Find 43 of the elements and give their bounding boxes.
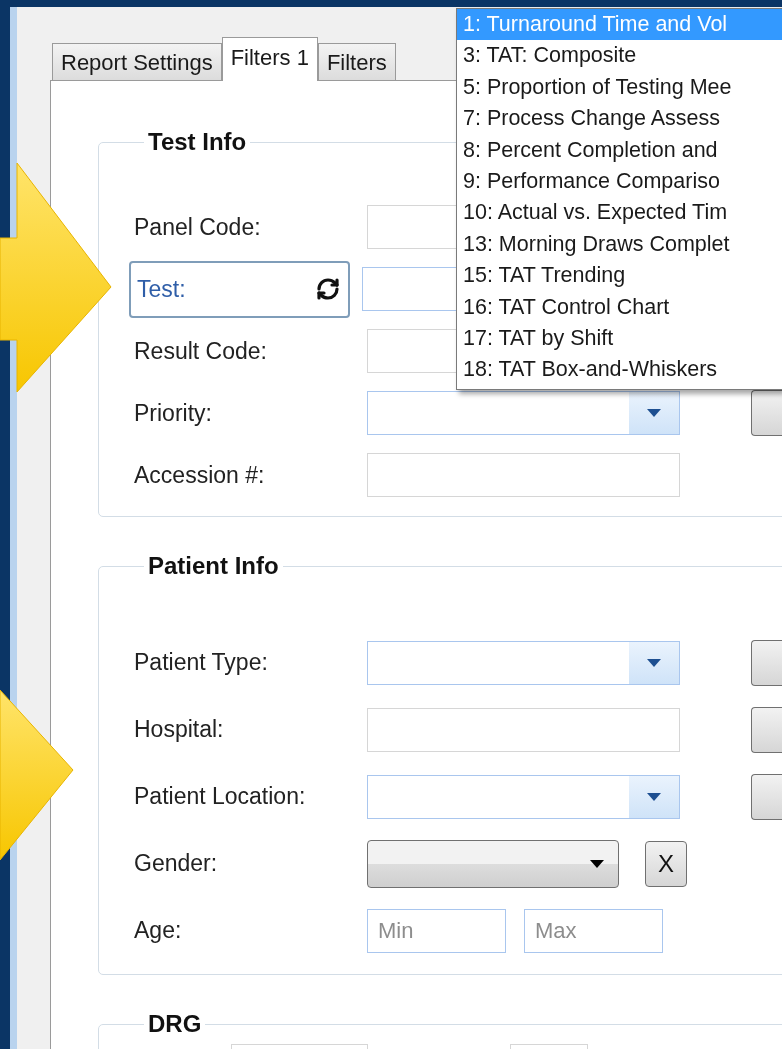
field-label: Gender: xyxy=(134,850,219,877)
tab[interactable]: Report Settings xyxy=(52,43,222,80)
side-button[interactable] xyxy=(751,706,782,753)
list-item[interactable]: 5: Proportion of Testing Mee xyxy=(457,71,782,104)
side-button[interactable] xyxy=(751,773,782,820)
dropdown-arrow-icon xyxy=(590,859,604,868)
lookup-button[interactable]: Test: xyxy=(129,260,350,318)
field-label: Hospital: xyxy=(134,716,225,743)
max-field[interactable]: Max xyxy=(524,908,663,953)
min-field[interactable]: Min xyxy=(367,908,506,953)
side-button[interactable] xyxy=(751,639,782,686)
tab[interactable]: Filters xyxy=(317,43,396,80)
list-item[interactable]: 9: Performance Compariso xyxy=(457,165,782,198)
tab[interactable]: Filters 1 xyxy=(221,37,318,81)
refresh-icon xyxy=(316,277,340,301)
side-button[interactable] xyxy=(751,390,782,436)
field-label: Result Code: xyxy=(134,337,268,365)
list-item[interactable]: 16: TAT Control Chart xyxy=(457,291,782,323)
group-title: Test Info xyxy=(147,128,248,156)
list-item[interactable]: 15: TAT Trending xyxy=(457,260,782,292)
list-item[interactable]: 3: TAT: Composite xyxy=(457,40,782,72)
text-field[interactable] xyxy=(367,707,680,752)
clear-button[interactable]: X xyxy=(645,840,687,887)
field-label: Accession #: xyxy=(134,461,266,489)
field-label: Panel Code: xyxy=(134,213,262,241)
group-title: Patient Info xyxy=(147,552,280,580)
field-label: Age: xyxy=(134,917,183,944)
field-label: Patient Type: xyxy=(134,649,269,676)
group-title: DRG xyxy=(147,1010,203,1038)
field-label: Patient Location: xyxy=(134,783,307,810)
list-item[interactable]: 17: TAT by Shift xyxy=(457,322,782,355)
text-field[interactable] xyxy=(367,453,680,497)
dropdown-arrow-icon xyxy=(647,658,661,667)
select-box[interactable] xyxy=(367,839,619,888)
list-item[interactable]: 13: Morning Draws Complet xyxy=(457,228,782,261)
dropdown-arrow-icon xyxy=(647,792,661,801)
list-item[interactable]: 8: Percent Completion and xyxy=(457,134,782,166)
list-item[interactable]: 10: Actual vs. Expected Tim xyxy=(457,197,782,229)
field-label: Priority: xyxy=(134,399,213,427)
dropdown-arrow-icon xyxy=(647,409,661,417)
combo-box[interactable] xyxy=(367,391,680,435)
list-item[interactable]: 7: Process Change Assess xyxy=(457,103,782,135)
list-item[interactable]: 18: TAT Box-and-Whiskers xyxy=(457,354,782,386)
